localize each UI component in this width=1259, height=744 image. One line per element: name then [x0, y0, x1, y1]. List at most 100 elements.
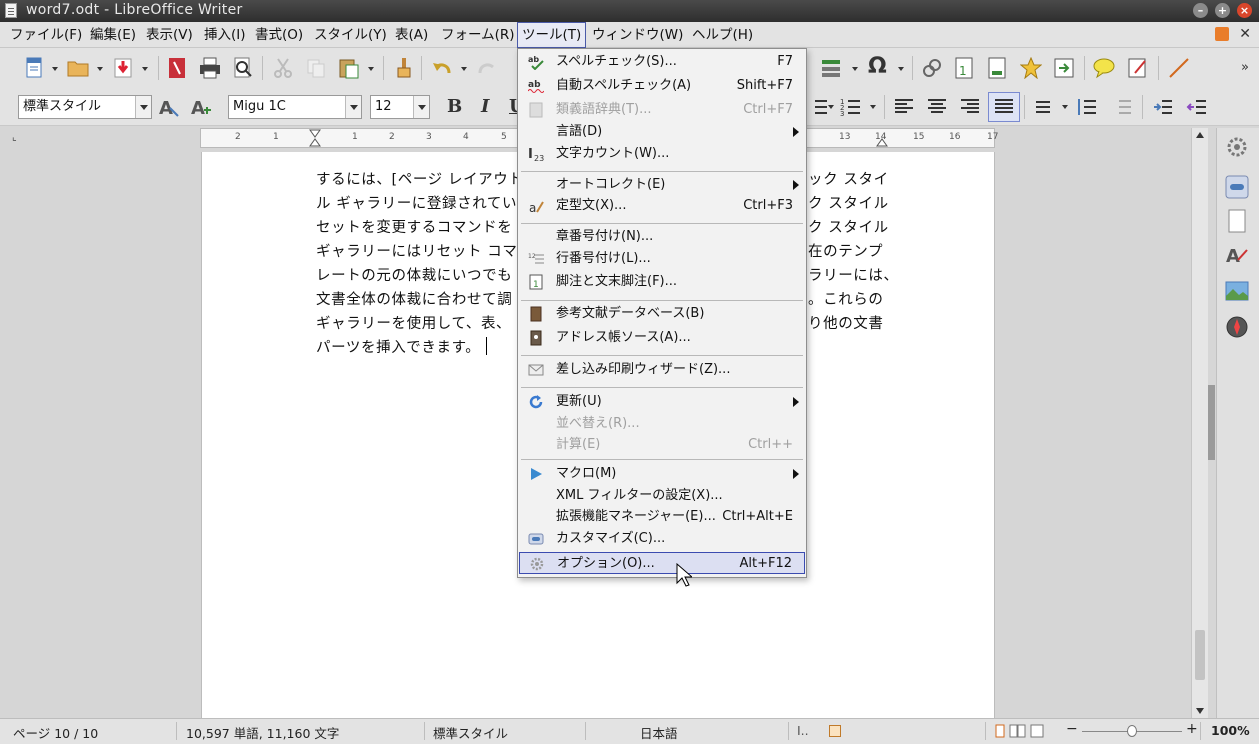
- menu-view[interactable]: 表示(V): [142, 22, 197, 48]
- chevron-down-icon[interactable]: [135, 96, 151, 118]
- increase-paragraph-spacing-icon[interactable]: [1076, 96, 1098, 118]
- ordered-list-dropdown-icon[interactable]: [870, 105, 876, 109]
- page-count[interactable]: ページ 10 / 10: [13, 723, 98, 742]
- insert-mode[interactable]: I..: [797, 723, 809, 738]
- sidebar-styles-icon[interactable]: A: [1224, 242, 1250, 268]
- menu-window[interactable]: ウィンドウ(W): [588, 22, 687, 48]
- menu-styles[interactable]: スタイル(Y): [310, 22, 391, 48]
- menu-item-address-book[interactable]: アドレス帳ソース(A)...: [519, 327, 805, 349]
- tab-stop-icon[interactable]: ⌞: [12, 132, 17, 143]
- zoom-level[interactable]: 100%: [1211, 723, 1250, 738]
- scroll-down-icon[interactable]: [1196, 708, 1204, 714]
- chevron-down-icon[interactable]: [345, 96, 361, 118]
- export-pdf-icon[interactable]: [166, 57, 188, 79]
- font-size-combo[interactable]: 12: [370, 95, 430, 119]
- sidebar-settings-gear-icon[interactable]: [1224, 134, 1250, 160]
- endnote-icon[interactable]: [986, 57, 1008, 79]
- cross-reference-icon[interactable]: [1053, 57, 1075, 79]
- menu-item-extension-manager[interactable]: 拡張機能マネージャー(E)... Ctrl+Alt+E: [519, 506, 805, 528]
- redo-icon[interactable]: [476, 57, 498, 79]
- save-dropdown-icon[interactable]: [142, 67, 148, 71]
- sidebar-page-icon[interactable]: [1224, 208, 1250, 234]
- view-layout-icons[interactable]: [995, 724, 1045, 738]
- menu-item-macros[interactable]: マクロ(M): [519, 463, 805, 485]
- align-left-icon[interactable]: [893, 96, 915, 118]
- paragraph-style-combo[interactable]: 標準スタイル: [18, 95, 152, 119]
- zoom-out-icon[interactable]: −: [1066, 721, 1078, 737]
- menu-item-auto-spellcheck[interactable]: ab 自動スペルチェック(A) Shift+F7: [519, 75, 805, 97]
- align-right-icon[interactable]: [959, 96, 981, 118]
- menu-item-customize[interactable]: カスタマイズ(C)...: [519, 528, 805, 550]
- close-button[interactable]: ×: [1237, 3, 1252, 18]
- update-notify-icon[interactable]: [1215, 27, 1229, 41]
- menu-item-options[interactable]: オプション(O)... Alt+F12: [519, 552, 805, 574]
- unordered-list-icon[interactable]: [807, 96, 829, 118]
- new-document-icon[interactable]: [23, 57, 45, 79]
- menu-item-line-numbering[interactable]: 12 行番号付け(L)...: [519, 248, 805, 270]
- menu-table[interactable]: 表(A): [391, 22, 432, 48]
- sidebar-gallery-icon[interactable]: [1224, 278, 1250, 304]
- increase-indent-icon[interactable]: [1152, 96, 1174, 118]
- document-text-right[interactable]: ック スタイ ク スタイル ク スタイル 在のテンプ ラリーには、 。これらの …: [808, 168, 899, 336]
- maximize-button[interactable]: +: [1215, 3, 1230, 18]
- sidebar-properties-icon[interactable]: [1224, 174, 1250, 200]
- undo-icon[interactable]: [431, 57, 453, 79]
- menu-help[interactable]: ヘルプ(H): [688, 22, 757, 48]
- undo-dropdown-icon[interactable]: [461, 67, 467, 71]
- decrease-paragraph-spacing-icon[interactable]: [1111, 96, 1133, 118]
- scroll-up-icon[interactable]: [1196, 132, 1204, 138]
- paste-dropdown-icon[interactable]: [368, 67, 374, 71]
- menu-item-autocorrect[interactable]: オートコレクト(E): [519, 174, 805, 196]
- menu-item-footnotes[interactable]: 1 脚注と文末脚注(F)...: [519, 271, 805, 293]
- menu-form[interactable]: フォーム(R): [437, 22, 519, 48]
- toolbar-overflow-icon[interactable]: »: [1241, 60, 1249, 75]
- menu-tools[interactable]: ツール(T): [517, 22, 587, 48]
- line-spacing-dropdown-icon[interactable]: [1062, 105, 1068, 109]
- paste-icon[interactable]: [338, 57, 360, 79]
- close-document-icon[interactable]: ✕: [1239, 26, 1251, 42]
- comment-icon[interactable]: [1093, 57, 1115, 79]
- line-spacing-icon[interactable]: [1033, 96, 1055, 118]
- field-dropdown-icon[interactable]: [852, 67, 858, 71]
- vertical-scrollbar[interactable]: [1191, 128, 1208, 718]
- save-icon[interactable]: [112, 57, 134, 79]
- menu-item-chapter-numbering[interactable]: 章番号付け(N)...: [519, 226, 805, 248]
- decrease-indent-icon[interactable]: [1186, 96, 1208, 118]
- insert-field-icon[interactable]: [820, 57, 842, 79]
- menu-insert[interactable]: 挿入(I): [200, 22, 250, 48]
- menu-item-language[interactable]: 言語(D): [519, 121, 805, 143]
- indent-marker-icon[interactable]: [309, 129, 321, 147]
- list-dropdown-icon[interactable]: [828, 105, 834, 109]
- align-center-icon[interactable]: [926, 96, 948, 118]
- menu-item-thesaurus[interactable]: 類義語辞典(T)... Ctrl+F7: [519, 99, 805, 121]
- menu-item-update[interactable]: 更新(U): [519, 391, 805, 413]
- menu-item-sort[interactable]: 並べ替え(R)...: [519, 413, 805, 435]
- update-style-icon[interactable]: A: [158, 96, 180, 118]
- menu-item-mail-merge[interactable]: 差し込み印刷ウィザード(Z)...: [519, 359, 805, 381]
- language[interactable]: 日本語: [640, 723, 678, 742]
- footnote-insert-icon[interactable]: 1: [953, 57, 975, 79]
- minimize-button[interactable]: –: [1193, 3, 1208, 18]
- open-folder-icon[interactable]: [67, 57, 89, 79]
- menu-format[interactable]: 書式(O): [251, 22, 307, 48]
- special-character-icon[interactable]: Ω: [868, 54, 887, 79]
- page-style[interactable]: 標準スタイル: [433, 723, 508, 742]
- menu-item-word-count[interactable]: I 23 文字カウント(W)...: [519, 143, 805, 165]
- special-character-dropdown-icon[interactable]: [898, 67, 904, 71]
- sidebar-collapse-handle[interactable]: [1208, 385, 1215, 460]
- menu-item-calculate[interactable]: 計算(E) Ctrl++: [519, 434, 805, 456]
- word-count[interactable]: 10,597 単語, 11,160 文字: [186, 723, 339, 742]
- new-style-icon[interactable]: A: [190, 96, 212, 118]
- zoom-in-icon[interactable]: +: [1186, 721, 1198, 737]
- font-name-combo[interactable]: Migu 1C: [228, 95, 362, 119]
- bookmark-star-icon[interactable]: [1020, 57, 1042, 79]
- menu-edit[interactable]: 編集(E): [86, 22, 140, 48]
- new-dropdown-icon[interactable]: [52, 67, 58, 71]
- scroll-thumb[interactable]: [1195, 630, 1205, 680]
- document-modified-icon[interactable]: [829, 725, 841, 737]
- print-icon[interactable]: [199, 57, 221, 79]
- italic-button[interactable]: I: [481, 96, 489, 117]
- sidebar-navigator-icon[interactable]: [1224, 314, 1250, 340]
- bold-button[interactable]: B: [447, 96, 462, 117]
- line-draw-icon[interactable]: [1168, 57, 1190, 79]
